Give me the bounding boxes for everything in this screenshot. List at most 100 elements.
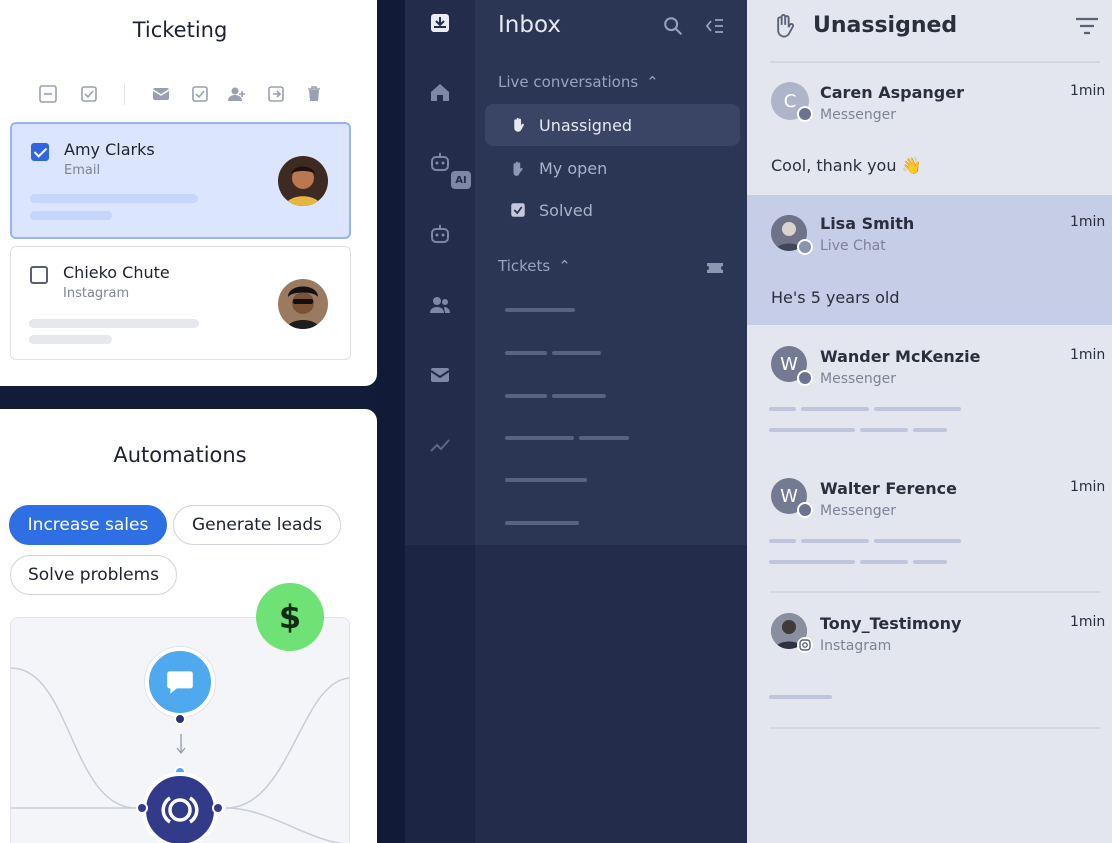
analytics-icon[interactable] bbox=[425, 430, 455, 460]
placeholder-line bbox=[552, 394, 606, 398]
placeholder-line bbox=[860, 560, 908, 564]
ticket-item-selected[interactable]: Amy Clarks Email bbox=[10, 122, 351, 239]
ticketing-title: Ticketing bbox=[132, 18, 228, 42]
instagram-icon bbox=[797, 637, 813, 653]
unassigned-title: Unassigned bbox=[813, 13, 958, 38]
placeholder-line bbox=[505, 478, 587, 482]
automations-title: Automations bbox=[113, 443, 247, 467]
message-preview: He's 5 years old bbox=[771, 288, 900, 307]
message-time: 1min bbox=[1070, 479, 1106, 495]
ticket-contact-name: Chieko Chute bbox=[63, 263, 170, 282]
messenger-icon bbox=[797, 502, 813, 518]
ticket-source: Email bbox=[64, 163, 101, 178]
chip-solve-problems[interactable]: Solve problems bbox=[10, 555, 177, 595]
inbox-title: Inbox bbox=[498, 12, 561, 38]
wave-hand-icon bbox=[514, 117, 524, 132]
messenger-icon bbox=[797, 106, 813, 122]
raised-hand-icon bbox=[513, 161, 523, 176]
brand-logo-icon bbox=[161, 796, 199, 824]
placeholder-line bbox=[801, 407, 869, 411]
deselect-all-icon[interactable] bbox=[38, 84, 58, 104]
ticket-item[interactable]: Chieko Chute Instagram bbox=[10, 246, 351, 360]
placeholder-line bbox=[874, 407, 961, 411]
placeholder-line bbox=[913, 560, 947, 564]
contact-source: Messenger bbox=[820, 107, 897, 123]
chip-increase-sales[interactable]: Increase sales bbox=[9, 505, 167, 545]
message-time: 1min bbox=[1070, 83, 1106, 99]
placeholder-line bbox=[769, 560, 855, 564]
live-chat-icon bbox=[797, 239, 813, 255]
placeholder-line bbox=[860, 428, 908, 432]
placeholder-line bbox=[505, 351, 547, 355]
contacts-icon[interactable] bbox=[425, 290, 455, 320]
brand-logo-node[interactable] bbox=[142, 772, 218, 843]
contact-name: Wander McKenzie bbox=[820, 347, 981, 366]
trash-icon[interactable] bbox=[304, 84, 324, 104]
placeholder-line bbox=[769, 695, 832, 699]
chat-bubble-node[interactable] bbox=[145, 647, 215, 717]
message-preview: Cool, thank you 👋 bbox=[771, 156, 922, 175]
placeholder-line bbox=[505, 521, 579, 525]
ticket-source: Instagram bbox=[63, 286, 130, 301]
wave-hand-icon bbox=[770, 12, 798, 47]
chevron-up-icon: ⌃ bbox=[646, 73, 659, 91]
mark-unread-icon[interactable] bbox=[151, 84, 171, 104]
ticket-checkbox[interactable] bbox=[30, 266, 48, 284]
placeholder-line bbox=[30, 211, 112, 220]
mark-solved-icon[interactable] bbox=[190, 84, 210, 104]
inbox-column-lower bbox=[475, 545, 747, 843]
contact-photo bbox=[278, 156, 328, 206]
contact-source: Instagram bbox=[820, 638, 892, 654]
divider bbox=[770, 727, 1100, 729]
mail-icon[interactable] bbox=[425, 360, 455, 390]
tickets-header[interactable]: Tickets ⌃ bbox=[498, 257, 571, 275]
placeholder-line bbox=[769, 539, 796, 543]
placeholder-line bbox=[552, 351, 601, 355]
conversation-item[interactable]: W Wander McKenzie Messenger 1min bbox=[747, 326, 1112, 458]
chat-bubble-icon bbox=[167, 671, 193, 694]
select-all-icon[interactable] bbox=[79, 84, 99, 104]
placeholder-line bbox=[769, 428, 855, 432]
placeholder-line bbox=[579, 436, 629, 440]
contact-name: Tony_Testimony bbox=[820, 614, 962, 633]
inbox-tray-icon[interactable] bbox=[425, 8, 455, 38]
placeholder-line bbox=[874, 539, 961, 543]
ticket-icon[interactable] bbox=[706, 260, 724, 274]
placeholder-line bbox=[505, 436, 574, 440]
nav-my-open[interactable]: My open bbox=[485, 147, 740, 189]
collapse-sidebar-icon[interactable] bbox=[704, 17, 726, 35]
conversation-item[interactable]: Tony_Testimony Instagram 1min bbox=[747, 593, 1112, 728]
placeholder-line bbox=[505, 394, 547, 398]
contact-source: Messenger bbox=[820, 503, 897, 519]
move-to-icon[interactable] bbox=[266, 84, 286, 104]
placeholder-line bbox=[29, 319, 199, 328]
assign-user-icon[interactable] bbox=[227, 84, 247, 104]
contact-name: Caren Aspanger bbox=[820, 83, 964, 102]
contact-photo bbox=[278, 279, 328, 329]
nav-solved[interactable]: Solved bbox=[485, 189, 740, 231]
filter-icon[interactable] bbox=[1074, 16, 1100, 36]
ticket-checkbox[interactable] bbox=[31, 143, 49, 161]
home-icon[interactable] bbox=[425, 78, 455, 108]
contact-name: Walter Ference bbox=[820, 479, 957, 498]
nav-unassigned[interactable]: Unassigned bbox=[485, 104, 740, 146]
message-time: 1min bbox=[1070, 347, 1106, 363]
contact-source: Messenger bbox=[820, 371, 897, 387]
placeholder-line bbox=[30, 194, 198, 203]
conversation-item[interactable]: W Walter Ference Messenger 1min bbox=[747, 458, 1112, 590]
icon-rail-lower bbox=[405, 545, 475, 843]
message-time: 1min bbox=[1070, 614, 1106, 630]
connector-dot bbox=[212, 802, 224, 814]
conversation-item[interactable]: C Caren Aspanger Messenger 1min Cool, th… bbox=[747, 64, 1112, 194]
bot-icon[interactable] bbox=[425, 220, 455, 250]
live-conversations-header[interactable]: Live conversations ⌃ bbox=[498, 73, 659, 91]
placeholder-line bbox=[801, 539, 869, 543]
conversation-item-selected[interactable]: Lisa Smith Live Chat 1min He's 5 years o… bbox=[747, 195, 1112, 325]
message-time: 1min bbox=[1070, 214, 1106, 230]
dollar-icon: $ bbox=[256, 583, 324, 651]
contact-name: Lisa Smith bbox=[820, 214, 915, 233]
placeholder-line bbox=[913, 428, 947, 432]
toolbar-divider bbox=[124, 83, 125, 105]
chip-generate-leads[interactable]: Generate leads bbox=[173, 505, 341, 545]
search-icon[interactable] bbox=[662, 15, 684, 37]
